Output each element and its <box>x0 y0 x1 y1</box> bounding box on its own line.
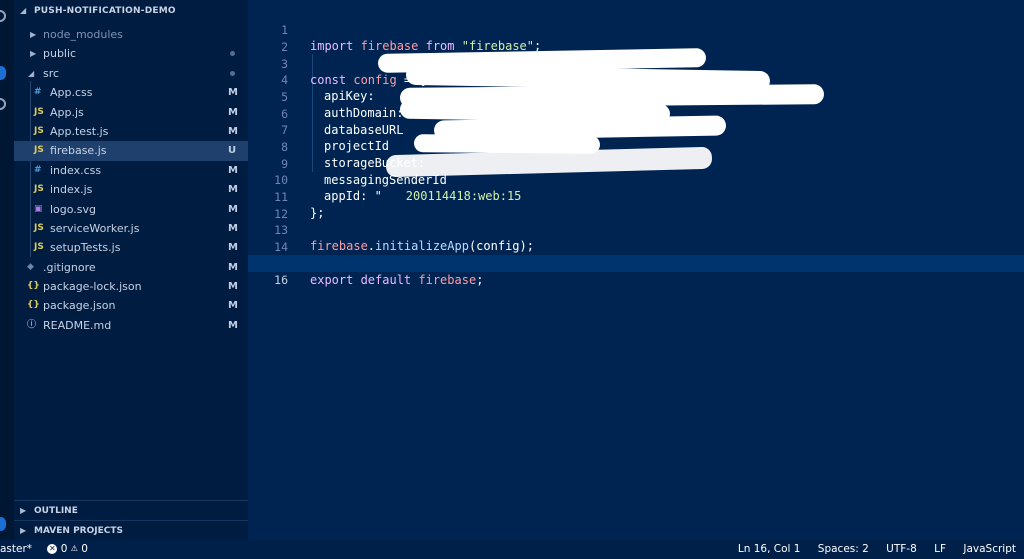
indentation-status[interactable]: Spaces: 2 <box>818 543 869 555</box>
tree-item-package-lock-json[interactable]: {} package-lock.json M <box>14 277 248 296</box>
maven-projects-panel-header[interactable]: ▶ MAVEN PROJECTS <box>14 520 248 540</box>
chevron-right-icon: ▶ <box>30 30 37 39</box>
language-mode[interactable]: JavaScript <box>963 543 1016 555</box>
chevron-right-icon: ▶ <box>20 526 27 535</box>
tree-item-package-json[interactable]: {} package.json M <box>14 296 248 315</box>
modified-dot-icon <box>230 51 235 57</box>
js-file-icon: JS <box>34 184 44 195</box>
explorer-icon[interactable] <box>0 10 6 22</box>
tree-item-app-css[interactable]: # App.css M <box>14 83 248 102</box>
code-line-15: 15 export default firebase; <box>274 257 484 288</box>
debug-icon[interactable] <box>0 98 6 110</box>
code-line-1: 1 import firebase from "firebase"; <box>281 22 542 54</box>
tree-item-node-modules[interactable]: ▶ node_modules <box>14 25 248 44</box>
tree-item-app-test-js[interactable]: JS App.test.js M <box>14 122 248 141</box>
warning-icon: ⚠ <box>70 544 78 553</box>
outline-panel-header[interactable]: ▶ OUTLINE <box>14 500 248 520</box>
cursor-position[interactable]: Ln 16, Col 1 <box>738 543 801 555</box>
svg-file-icon: ▣ <box>34 203 43 214</box>
tree-item-gitignore[interactable]: ◆ .gitignore M <box>14 258 248 277</box>
tree-item-setuptests-js[interactable]: JS setupTests.js M <box>14 238 248 257</box>
source-control-icon[interactable] <box>0 66 6 80</box>
code-line-14: 14 <box>274 239 288 254</box>
chevron-down-icon: ◢ <box>28 68 35 78</box>
tree-item-public[interactable]: ▶ public <box>14 44 248 63</box>
project-title: PUSH-NOTIFICATION-DEMO <box>34 6 176 16</box>
eol-status[interactable]: LF <box>934 543 946 555</box>
tree-item-readme-md[interactable]: ⓘ README.md M <box>14 316 248 335</box>
code-editor[interactable]: 1 import firebase from "firebase"; 2 3 c… <box>248 0 1024 540</box>
code-line-12: 12 <box>274 206 288 221</box>
js-file-icon: JS <box>34 125 44 136</box>
js-file-icon: JS <box>34 106 44 117</box>
js-file-icon: JS <box>34 222 44 233</box>
chevron-right-icon: ▶ <box>30 49 37 59</box>
encoding-status[interactable]: UTF-8 <box>886 543 917 555</box>
activity-bar <box>0 0 14 540</box>
explorer-project-header[interactable]: ◢ PUSH-NOTIFICATION-DEMO <box>14 0 248 22</box>
tree-item-index-js[interactable]: JS index.js M <box>14 180 248 199</box>
code-line-16-current: 16 <box>248 255 1024 287</box>
code-line-13: 13 firebase.initializeApp(config); <box>274 222 534 254</box>
tree-item-logo-svg[interactable]: ▣ logo.svg M <box>14 200 248 219</box>
tree-item-serviceworker-js[interactable]: JS serviceWorker.js M <box>14 219 248 238</box>
tree-item-index-css[interactable]: # index.css M <box>14 161 248 180</box>
tree-item-src[interactable]: ◢ src <box>14 64 248 83</box>
sidebar-panels: ▶ OUTLINE ▶ MAVEN PROJECTS <box>14 500 248 540</box>
json-file-icon: {} <box>27 281 40 292</box>
code-line-11: 11 }; <box>274 189 325 221</box>
problems-status[interactable]: ✕ 0 ⚠ 0 <box>47 543 88 555</box>
chevron-right-icon: ▶ <box>20 506 27 515</box>
chevron-down-icon: ◢ <box>20 6 27 15</box>
status-bar: aster* ✕ 0 ⚠ 0 Ln 16, Col 1 Spaces: 2 UT… <box>0 540 1024 559</box>
css-file-icon: # <box>34 87 42 98</box>
git-branch-status[interactable]: aster* <box>0 543 32 555</box>
info-file-icon: ⓘ <box>27 319 37 330</box>
account-icon[interactable] <box>0 517 6 531</box>
explorer-sidebar: ◢ PUSH-NOTIFICATION-DEMO ▶ node_modules ▶… <box>14 0 248 540</box>
git-file-icon: ◆ <box>27 261 34 272</box>
tree-item-app-js[interactable]: JS App.js M <box>14 103 248 122</box>
js-file-icon: JS <box>34 242 44 253</box>
json-file-icon: {} <box>27 300 40 311</box>
error-icon: ✕ <box>47 544 58 554</box>
code-line-2: 2 <box>281 39 288 54</box>
js-file-icon: JS <box>34 145 44 156</box>
modified-dot-icon <box>230 70 235 76</box>
css-file-icon: # <box>34 164 42 175</box>
tree-item-firebase-js[interactable]: JS firebase.js U <box>14 141 248 161</box>
